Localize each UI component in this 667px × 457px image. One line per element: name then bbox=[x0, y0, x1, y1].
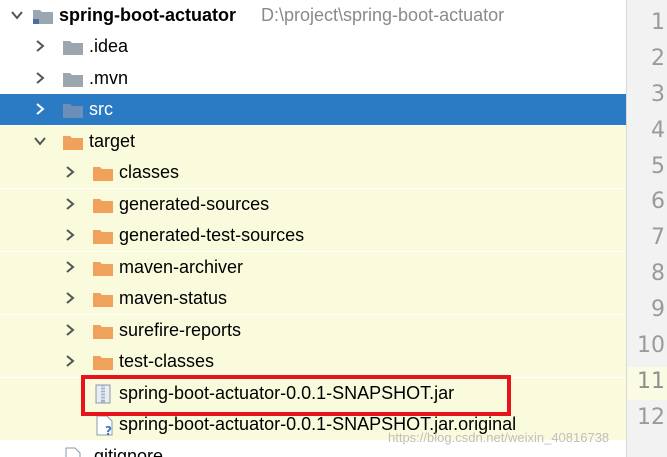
tree-item-label: .idea bbox=[89, 36, 129, 56]
chevron-right-icon[interactable] bbox=[63, 228, 77, 242]
tree-item-label: maven-status bbox=[119, 288, 228, 308]
folder-icon bbox=[63, 102, 83, 118]
chevron-right-icon[interactable] bbox=[63, 323, 77, 337]
chevron-down-icon[interactable] bbox=[10, 8, 24, 22]
line-number: 4 bbox=[651, 118, 665, 143]
tree-row-idea[interactable]: .idea bbox=[0, 31, 626, 62]
tree-row-maven-archiver[interactable]: maven-archiver bbox=[0, 252, 626, 283]
editor-line-gutter: 1 2 3 4 5 6 7 8 9 10 11 12 bbox=[626, 0, 667, 457]
line-number: 2 bbox=[651, 46, 665, 71]
tree-item-label: test-classes bbox=[119, 351, 215, 371]
excluded-folder-icon bbox=[63, 134, 83, 150]
line-number: 3 bbox=[651, 82, 665, 107]
tree-item-label: surefire-reports bbox=[119, 320, 242, 340]
tree-row-project-root[interactable]: spring-boot-actuator D:\project\spring-b… bbox=[0, 0, 626, 31]
tree-item-label: .gitignore bbox=[89, 446, 164, 457]
tree-row-generated-sources[interactable]: generated-sources bbox=[0, 189, 626, 220]
unknown-file-icon: ? bbox=[95, 415, 115, 437]
svg-text:?: ? bbox=[105, 424, 112, 437]
tree-item-label: generated-sources bbox=[119, 194, 270, 214]
watermark: https://blog.csdn.net/weixin_40816738 bbox=[388, 430, 610, 445]
tree-row-generated-test-sources[interactable]: generated-test-sources bbox=[0, 220, 626, 251]
chevron-right-icon[interactable] bbox=[63, 197, 77, 211]
module-folder-icon bbox=[33, 8, 53, 24]
tree-item-label: .mvn bbox=[89, 68, 129, 88]
tree-row-target[interactable]: target bbox=[0, 126, 626, 157]
chevron-right-icon[interactable] bbox=[33, 39, 47, 53]
excluded-folder-icon bbox=[93, 354, 113, 370]
line-number: 5 bbox=[651, 154, 665, 179]
chevron-right-icon[interactable] bbox=[63, 354, 77, 368]
excluded-folder-icon bbox=[93, 165, 113, 181]
tree-row-test-classes[interactable]: test-classes bbox=[0, 346, 626, 377]
line-number: 8 bbox=[651, 261, 665, 286]
tree-item-label: classes bbox=[119, 162, 180, 182]
line-number: 10 bbox=[637, 333, 665, 358]
annotation-highlight-box bbox=[81, 375, 511, 416]
chevron-right-icon[interactable] bbox=[63, 260, 77, 274]
line-number: 9 bbox=[651, 297, 665, 322]
tree-item-label: maven-archiver bbox=[119, 257, 244, 277]
excluded-folder-icon bbox=[93, 260, 113, 276]
project-tree-panel: spring-boot-actuator D:\project\spring-b… bbox=[0, 0, 626, 457]
tree-row-classes[interactable]: classes bbox=[0, 157, 626, 188]
tree-row-src[interactable]: src bbox=[0, 94, 626, 125]
excluded-folder-icon bbox=[93, 197, 113, 213]
tree-row-surefire-reports[interactable]: surefire-reports bbox=[0, 315, 626, 346]
tree-row-mvn[interactable]: .mvn bbox=[0, 63, 626, 94]
chevron-down-icon[interactable] bbox=[33, 134, 47, 148]
excluded-folder-icon bbox=[93, 291, 113, 307]
line-number: 7 bbox=[651, 225, 665, 250]
line-number: 1 bbox=[651, 10, 665, 35]
tree-item-label: generated-test-sources bbox=[119, 225, 305, 245]
line-number: 11 bbox=[637, 369, 665, 394]
tree-row-maven-status[interactable]: maven-status bbox=[0, 283, 626, 314]
excluded-folder-icon bbox=[93, 228, 113, 244]
folder-icon bbox=[63, 39, 83, 55]
tree-item-label: src bbox=[89, 99, 113, 119]
chevron-right-icon[interactable] bbox=[33, 71, 47, 85]
file-icon bbox=[63, 447, 83, 457]
line-number: 12 bbox=[637, 405, 665, 430]
project-path: D:\project\spring-boot-actuator bbox=[261, 5, 505, 25]
chevron-right-icon[interactable] bbox=[63, 165, 77, 179]
line-number: 6 bbox=[651, 189, 665, 214]
chevron-right-icon[interactable] bbox=[33, 102, 47, 116]
tree-item-label: target bbox=[89, 131, 136, 151]
project-name: spring-boot-actuator bbox=[59, 5, 236, 25]
chevron-right-icon[interactable] bbox=[63, 291, 77, 305]
folder-icon bbox=[63, 71, 83, 87]
excluded-folder-icon bbox=[93, 323, 113, 339]
